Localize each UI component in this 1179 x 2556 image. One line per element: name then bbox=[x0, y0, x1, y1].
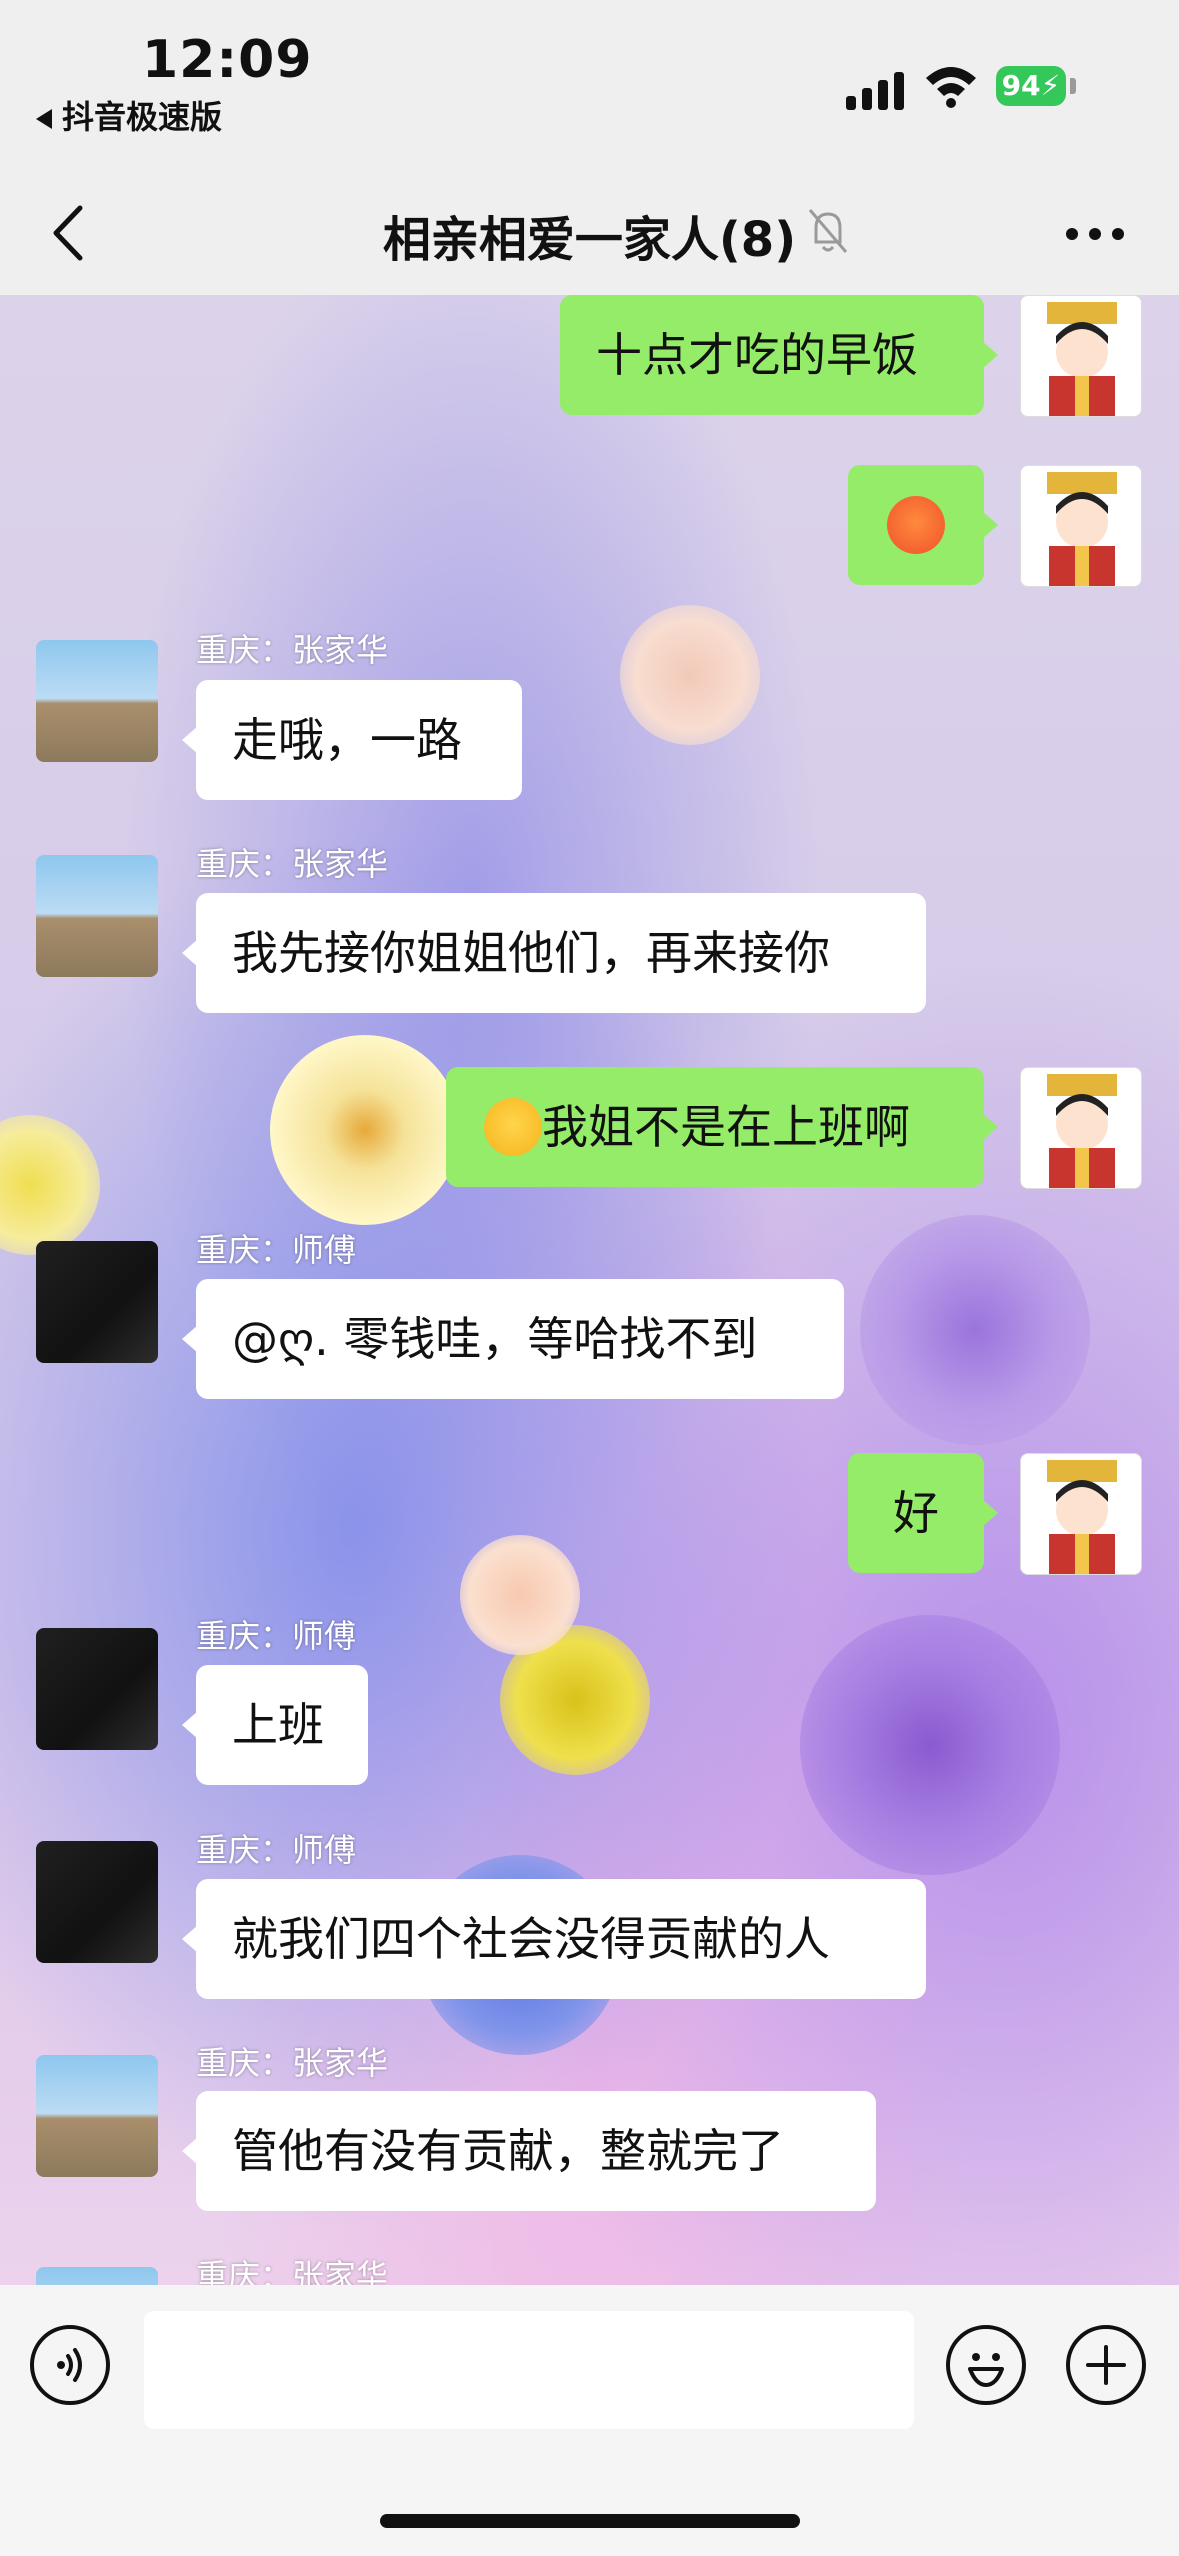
wallpaper-flower bbox=[460, 1535, 580, 1655]
sweat-face-emoji-icon bbox=[887, 495, 945, 554]
hand-over-mouth-emoji-icon bbox=[484, 1097, 542, 1156]
home-indicator bbox=[380, 2514, 800, 2528]
contact-avatar[interactable] bbox=[36, 855, 158, 977]
battery-level: 94 bbox=[1001, 69, 1041, 102]
wallpaper-flower bbox=[0, 1115, 100, 1255]
contact-avatar[interactable] bbox=[36, 1628, 158, 1750]
sender-name: 重庆：张家华 bbox=[196, 845, 389, 883]
back-triangle-icon bbox=[36, 109, 52, 129]
cellular-signal-icon bbox=[846, 70, 906, 110]
wallpaper-flower bbox=[270, 1035, 460, 1225]
self-avatar[interactable] bbox=[1020, 295, 1142, 417]
message-bubble-incoming[interactable]: @ღ. 零钱哇，等哈找不到 bbox=[182, 1279, 844, 1399]
sender-name: 重庆：张家华 bbox=[196, 2044, 389, 2082]
message-bubble-outgoing[interactable]: 好 bbox=[848, 1453, 998, 1573]
contact-avatar[interactable] bbox=[36, 1241, 158, 1363]
sender-name: 重庆：张家华 bbox=[196, 2257, 389, 2285]
battery-icon: 94⚡ bbox=[996, 66, 1066, 106]
contact-avatar[interactable] bbox=[36, 2267, 158, 2285]
back-to-app-link[interactable]: 抖音极速版 bbox=[36, 92, 222, 138]
voice-wave-icon bbox=[57, 2348, 82, 2382]
message-bubble-incoming[interactable]: 我先接你姐姐他们，再来接你 bbox=[182, 893, 926, 1013]
back-app-label: 抖音极速版 bbox=[62, 98, 223, 136]
sender-name: 重庆：张家华 bbox=[196, 631, 389, 669]
muted-bell-icon bbox=[808, 209, 848, 253]
sender-name: 重庆：师傅 bbox=[196, 1831, 357, 1869]
wallpaper-flower bbox=[620, 605, 760, 745]
more-functions-button[interactable] bbox=[1066, 2325, 1146, 2405]
battery-tip bbox=[1070, 78, 1076, 94]
contact-avatar[interactable] bbox=[36, 2055, 158, 2177]
message-bubble-incoming[interactable]: 管他有没有贡献，整就完了 bbox=[182, 2091, 876, 2211]
message-bubble-outgoing[interactable] bbox=[848, 465, 998, 585]
wifi-icon bbox=[926, 67, 976, 108]
message-bubble-outgoing[interactable]: 十点才吃的早饭 bbox=[560, 295, 998, 415]
smiley-icon bbox=[968, 2353, 1004, 2387]
message-bubble-incoming[interactable]: 上班 bbox=[182, 1665, 368, 1785]
sender-name: 重庆：师傅 bbox=[196, 1231, 357, 1269]
voice-input-button[interactable] bbox=[30, 2325, 110, 2405]
message-text: 我姐不是在上班啊 bbox=[542, 1100, 910, 1154]
message-input[interactable] bbox=[144, 2311, 914, 2429]
more-options-icon[interactable] bbox=[1060, 218, 1130, 248]
chat-title[interactable]: 相亲相爱一家人(8) bbox=[0, 200, 1179, 270]
chat-header: 相亲相爱一家人(8) bbox=[0, 170, 1179, 295]
message-bubble-incoming[interactable]: 就我们四个社会没得贡献的人 bbox=[182, 1879, 926, 1999]
contact-avatar[interactable] bbox=[36, 640, 158, 762]
wallpaper-flower bbox=[860, 1215, 1090, 1445]
status-bar: 12:09 抖音极速版 94⚡ bbox=[0, 0, 1179, 170]
input-bar bbox=[0, 2285, 1179, 2556]
message-bubble-outgoing[interactable]: 我姐不是在上班啊 bbox=[446, 1067, 998, 1187]
self-avatar[interactable] bbox=[1020, 465, 1142, 587]
contact-avatar[interactable] bbox=[36, 1841, 158, 1963]
emoji-button[interactable] bbox=[946, 2325, 1026, 2405]
message-bubble-incoming[interactable]: 走哦，一路 bbox=[182, 680, 522, 800]
self-avatar[interactable] bbox=[1020, 1453, 1142, 1575]
chat-area[interactable]: 十点才吃的早饭 重庆：张家华 走哦，一路 重庆：张家华 我先接你姐姐他们，再来接… bbox=[0, 295, 1179, 2285]
wallpaper-flower bbox=[800, 1615, 1060, 1875]
self-avatar[interactable] bbox=[1020, 1067, 1142, 1189]
sender-name: 重庆：师傅 bbox=[196, 1617, 357, 1655]
status-time: 12:09 bbox=[142, 30, 313, 90]
plus-icon bbox=[1086, 2345, 1126, 2385]
